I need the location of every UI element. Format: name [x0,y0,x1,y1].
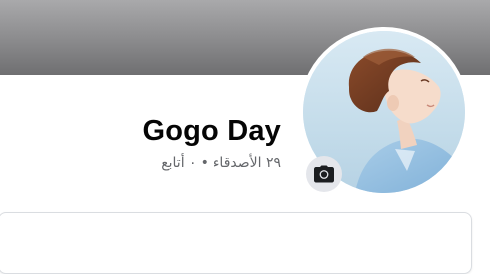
friends-label: الأصدقاء [212,155,262,171]
following-count: ٠ [189,155,197,171]
profile-name[interactable]: Gogo Day [142,115,281,148]
intro-card [0,212,472,274]
following-label: أتابع [161,155,185,171]
friends-count: ٢٩ [265,155,281,171]
friends-link[interactable]: ٢٩ الأصدقاء [213,155,281,171]
change-photo-button[interactable] [306,156,342,192]
stats-separator: • [200,155,209,171]
following-link[interactable]: ٠ أتابع [161,155,196,171]
profile-stats: ٢٩ الأصدقاء•٠ أتابع [161,155,281,171]
camera-icon [314,165,334,183]
